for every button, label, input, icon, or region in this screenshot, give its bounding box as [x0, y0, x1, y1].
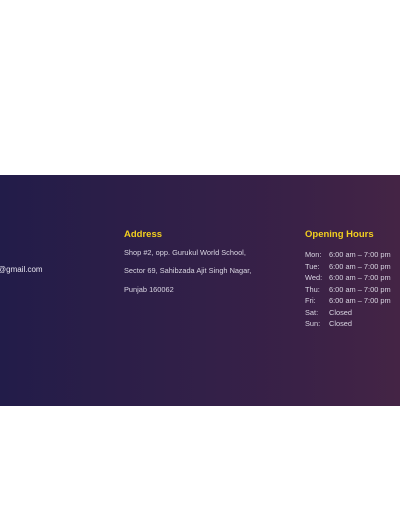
hours-time: Closed: [329, 307, 353, 317]
address-column: Address Shop #2, opp. Gurukul World Scho…: [124, 229, 284, 304]
hours-row-thu: Thu: 6:00 am – 7:00 pm: [305, 284, 400, 296]
page: @gmail.com Address Shop #2, opp. Gurukul…: [0, 0, 400, 516]
hours-row-mon: Mon: 6:00 am – 7:00 pm: [305, 249, 400, 261]
contact-email-link[interactable]: @gmail.com: [0, 265, 43, 274]
address-line-1: Shop #2, opp. Gurukul World School,: [124, 248, 246, 257]
hours-time: Closed: [329, 319, 353, 328]
hours-row-fri: Fri: 6:00 am – 7:00 pm: [305, 295, 400, 307]
hours-day: Sat:: [305, 307, 319, 317]
hours-day: Fri:: [305, 296, 316, 305]
footer-section: @gmail.com Address Shop #2, opp. Gurukul…: [0, 175, 400, 406]
hours-time: 6:00 am – 7:00 pm: [329, 284, 391, 294]
hours-day: Wed:: [305, 273, 323, 282]
hours-day: Tue:: [305, 261, 320, 271]
hours-time: 6:00 am – 7:00 pm: [329, 296, 391, 305]
hours-row-tue: Tue: 6:00 am – 7:00 pm: [305, 261, 400, 273]
hours-day: Mon:: [305, 250, 322, 259]
address-heading: Address: [124, 229, 163, 240]
hours-row-wed: Wed: 6:00 am – 7:00 pm: [305, 272, 400, 284]
opening-hours-heading: Opening Hours: [305, 229, 374, 240]
hours-time: 6:00 am – 7:00 pm: [329, 273, 391, 282]
hours-day: Thu:: [305, 284, 320, 294]
hours-time: 6:00 am – 7:00 pm: [329, 250, 391, 259]
opening-hours-column: Opening Hours Mon: 6:00 am – 7:00 pm Tue…: [305, 229, 400, 330]
address-line-2: Sector 69, Sahibzada Ajit Singh Nagar,: [124, 266, 252, 276]
hours-day: Sun:: [305, 319, 321, 328]
hours-row-sun: Sun: Closed: [305, 318, 400, 330]
hours-row-sat: Sat: Closed: [305, 307, 400, 319]
hours-time: 6:00 am – 7:00 pm: [329, 261, 391, 271]
address-line-3: Punjab 160062: [124, 284, 174, 294]
